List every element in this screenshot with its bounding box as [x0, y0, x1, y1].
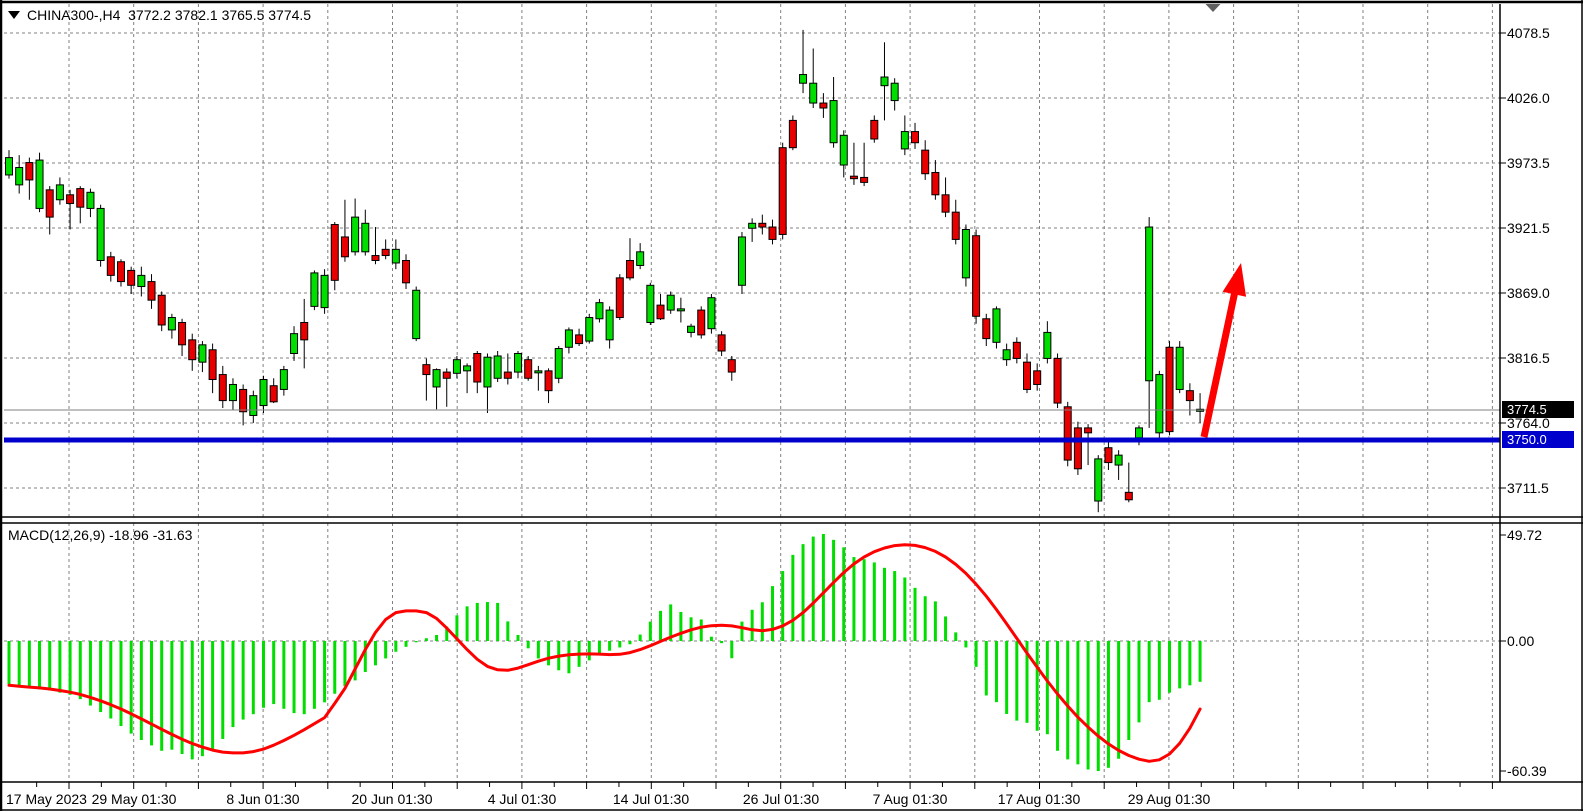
support-level-badge: 3750.0: [1502, 431, 1574, 448]
chart-title: CHINA300-,H4 3772.2 3782.1 3765.5 3774.5: [8, 7, 311, 23]
time-axis-label: 26 Jul 01:30: [743, 791, 819, 807]
time-axis-label: 17 Aug 01:30: [998, 791, 1081, 807]
macd-axis-max-label: 49.72: [1507, 527, 1542, 543]
price-axis-label: 3921.5: [1507, 220, 1550, 236]
grid: [4, 4, 1500, 782]
time-axis-label: 14 Jul 01:30: [613, 791, 689, 807]
macd-histogram: [8, 534, 1202, 771]
price-axis-label: 3711.5: [1507, 480, 1549, 496]
time-axis-label: 20 Jun 01:30: [352, 791, 433, 807]
chart-title-text: CHINA300-,H4 3772.2 3782.1 3765.5 3774.5: [27, 7, 311, 23]
time-axis-label: 7 Aug 01:30: [873, 791, 948, 807]
macd-indicator-label: MACD(12,26,9) -18.96 -31.63: [8, 527, 192, 543]
time-axis-label: 8 Jun 01:30: [226, 791, 299, 807]
mt4-chart-window: CHINA300-,H4 3772.2 3782.1 3765.5 3774.5…: [0, 0, 1583, 811]
time-axis-label: 4 Jul 01:30: [488, 791, 557, 807]
chart-canvas[interactable]: [0, 0, 1583, 811]
price-axis-label: 3973.5: [1507, 155, 1550, 171]
price-axis-label: 3869.0: [1507, 285, 1550, 301]
macd-axis-min-label: -60.39: [1507, 763, 1547, 779]
macd-signal-line: [9, 545, 1200, 762]
chart-title-triangle-icon: [8, 11, 20, 19]
time-axis-label: 29 May 01:30: [92, 791, 177, 807]
support-line[interactable]: [4, 438, 1500, 443]
time-axis-label: 29 Aug 01:30: [1128, 791, 1211, 807]
macd-axis-zero-label: 0.00: [1507, 633, 1534, 649]
x-axis-ticks: [37, 782, 1493, 789]
trend-arrow[interactable]: [1204, 263, 1246, 437]
current-price-badge: 3774.5: [1502, 401, 1574, 418]
price-axis-label: 4078.5: [1507, 25, 1550, 41]
last-bar-marker: [1206, 4, 1221, 12]
time-axis-label: 17 May 2023: [6, 791, 87, 807]
price-axis-label: 3816.5: [1507, 350, 1550, 366]
price-axis-label: 4026.0: [1507, 90, 1550, 106]
